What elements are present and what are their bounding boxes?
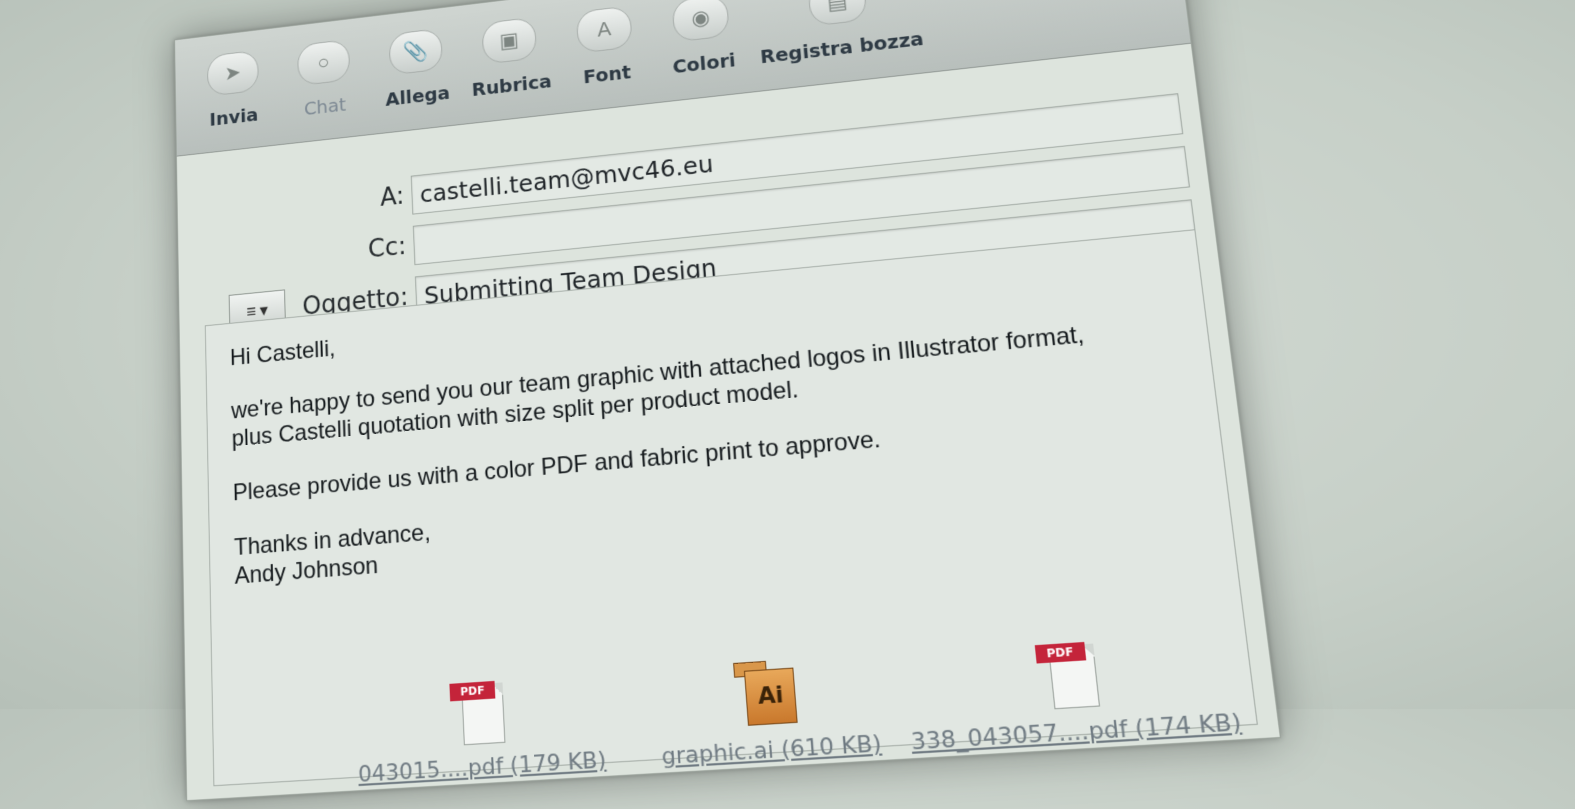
attachment-link[interactable]: 043015....pdf (179 KB) xyxy=(358,747,607,788)
illustrator-file-icon: Ai xyxy=(733,657,800,731)
screen-stage: ➤ Invia ○ Chat 📎 Allega ▣ Rubrica A Font… xyxy=(45,0,1575,802)
font-icon: A xyxy=(575,5,633,54)
address-book-label: Rubrica xyxy=(471,69,553,101)
attach-label: Allega xyxy=(384,81,451,111)
pdf-file-icon: PDF xyxy=(447,676,509,748)
attachment-pdf-1[interactable]: PDF 043015....pdf (179 KB) xyxy=(355,670,607,789)
list-icon: ≡ xyxy=(246,301,257,321)
address-book-icon: ▣ xyxy=(481,16,538,65)
chat-label: Chat xyxy=(303,93,347,120)
paperclip-icon: 📎 xyxy=(388,27,444,76)
pdf-file-icon: PDF xyxy=(1032,637,1105,713)
save-draft-button[interactable]: ▤ Registra bozza xyxy=(753,0,926,68)
attachment-link[interactable]: graphic.ai (610 KB) xyxy=(661,731,883,771)
color-wheel-icon: ◉ xyxy=(671,0,730,43)
address-book-button[interactable]: ▣ Rubrica xyxy=(467,15,554,101)
attachment-link[interactable]: 338_043057....pdf (174 KB) xyxy=(910,709,1243,756)
send-icon: ➤ xyxy=(206,49,259,97)
mail-compose-window: ➤ Invia ○ Chat 📎 Allega ▣ Rubrica A Font… xyxy=(174,0,1282,802)
font-button[interactable]: A Font xyxy=(561,4,650,91)
cc-label: Cc: xyxy=(367,232,407,265)
chat-button[interactable]: ○ Chat xyxy=(283,37,366,122)
send-button[interactable]: ➤ Invia xyxy=(193,48,274,132)
save-draft-label: Registra bozza xyxy=(759,26,925,68)
attach-button[interactable]: 📎 Allega xyxy=(374,26,459,111)
font-label: Font xyxy=(582,60,632,89)
send-label: Invia xyxy=(209,103,259,131)
colors-button[interactable]: ◉ Colori xyxy=(656,0,748,79)
colors-label: Colori xyxy=(671,48,737,78)
chevron-down-icon: ▾ xyxy=(259,299,269,320)
chat-icon: ○ xyxy=(296,38,351,87)
to-label: A: xyxy=(379,182,405,213)
attachment-ai[interactable]: Ai graphic.ai (610 KB) xyxy=(656,652,883,772)
attachments-area: PDF 043015....pdf (179 KB) Ai graphic.ai… xyxy=(355,616,1256,789)
attachment-pdf-2[interactable]: PDF 338_043057....pdf (174 KB) xyxy=(903,628,1243,757)
message-body[interactable]: Hi Castelli, we're happy to send you our… xyxy=(204,229,1258,789)
save-draft-icon: ▤ xyxy=(807,0,868,27)
